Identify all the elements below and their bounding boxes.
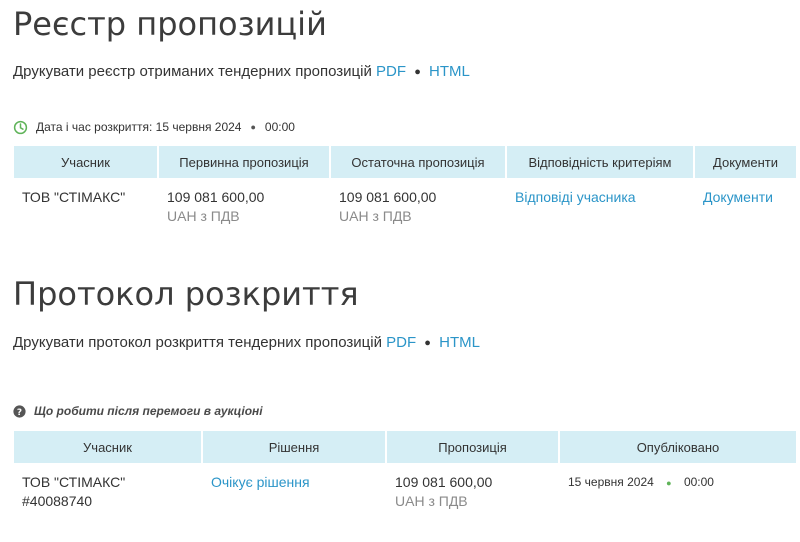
initial-amount: 109 081 600,00: [167, 189, 265, 205]
column-header-final-offer: Остаточна пропозиція: [331, 146, 507, 178]
participant-answers-link[interactable]: Відповіді учасника: [515, 189, 636, 205]
protocol-print-line: Друкувати протокол розкриття тендерних п…: [13, 333, 480, 353]
registry-table-header: Учасник Первинна пропозиція Остаточна пр…: [14, 146, 796, 178]
participant-name: ТОВ "СТІМАКС": [22, 189, 126, 205]
column-header-participant: Учасник: [14, 431, 203, 463]
protocol-table: Учасник Рішення Пропозиція Опубліковано …: [14, 431, 796, 511]
opening-date: Дата і час розкриття: 15 червня 2024: [36, 120, 242, 134]
final-amount: 109 081 600,00: [339, 189, 437, 205]
documents-link[interactable]: Документи: [703, 189, 773, 205]
column-header-decision: Рішення: [203, 431, 387, 463]
dot-separator: ●: [666, 478, 672, 488]
registry-pdf-link[interactable]: PDF: [376, 63, 406, 80]
protocol-title: Протокол розкриття: [13, 275, 359, 313]
documents-cell: Документи: [695, 178, 796, 226]
published-date: 15 червня 2024: [568, 475, 654, 489]
faq-row: ? Що робити після перемоги в аукціоні: [13, 403, 263, 419]
final-offer-cell: 109 081 600,00 UAH з ПДВ: [331, 178, 507, 226]
criteria-cell: Відповіді учасника: [507, 178, 695, 226]
registry-title: Реєстр пропозицій: [13, 5, 327, 43]
registry-print-text: Друкувати реєстр отриманих тендерних про…: [13, 63, 372, 80]
participant-cell: ТОВ "СТІМАКС" #40088740: [14, 463, 203, 511]
registry-table: Учасник Первинна пропозиція Остаточна пр…: [14, 146, 796, 226]
registry-print-line: Друкувати реєстр отриманих тендерних про…: [13, 62, 470, 82]
dot-separator: ●: [250, 122, 256, 132]
column-header-criteria: Відповідність критеріям: [507, 146, 695, 178]
faq-link[interactable]: Що робити після перемоги в аукціоні: [34, 403, 263, 419]
column-header-documents: Документи: [695, 146, 796, 178]
protocol-print-text: Друкувати протокол розкриття тендерних п…: [13, 334, 382, 351]
registry-html-link[interactable]: HTML: [429, 63, 470, 80]
protocol-pdf-link[interactable]: PDF: [386, 334, 416, 351]
published-cell: 15 червня 2024 ● 00:00: [560, 463, 796, 511]
table-row: ТОВ "СТІМАКС" #40088740 Очікує рішення 1…: [14, 463, 796, 511]
svg-text:?: ?: [17, 407, 22, 417]
initial-currency: UAH з ПДВ: [167, 208, 240, 224]
final-currency: UAH з ПДВ: [339, 208, 412, 224]
participant-code: #40088740: [22, 493, 93, 509]
offer-cell: 109 081 600,00 UAH з ПДВ: [387, 463, 560, 511]
decision-cell: Очікує рішення: [203, 463, 387, 511]
clock-icon: [13, 120, 28, 134]
opening-datetime: Дата і час розкриття: 15 червня 2024 ● 0…: [13, 119, 295, 135]
initial-offer-cell: 109 081 600,00 UAH з ПДВ: [159, 178, 331, 226]
column-header-initial-offer: Первинна пропозиція: [159, 146, 331, 178]
bullet-separator: ●: [424, 337, 431, 349]
published-time: 00:00: [683, 475, 714, 489]
bullet-separator: ●: [414, 66, 421, 78]
column-header-participant: Учасник: [14, 146, 159, 178]
protocol-html-link[interactable]: HTML: [439, 334, 480, 351]
participant-cell: ТОВ "СТІМАКС": [14, 178, 159, 226]
offer-currency: UAH з ПДВ: [395, 493, 468, 509]
opening-time: 00:00: [264, 120, 295, 134]
participant-name: ТОВ "СТІМАКС": [22, 474, 126, 490]
question-icon: ?: [13, 404, 26, 417]
column-header-published: Опубліковано: [560, 431, 796, 463]
column-header-offer: Пропозиція: [387, 431, 560, 463]
decision-status-link[interactable]: Очікує рішення: [211, 474, 310, 490]
protocol-table-header: Учасник Рішення Пропозиція Опубліковано: [14, 431, 796, 463]
table-row: ТОВ "СТІМАКС" 109 081 600,00 UAH з ПДВ 1…: [14, 178, 796, 226]
offer-amount: 109 081 600,00: [395, 474, 493, 490]
